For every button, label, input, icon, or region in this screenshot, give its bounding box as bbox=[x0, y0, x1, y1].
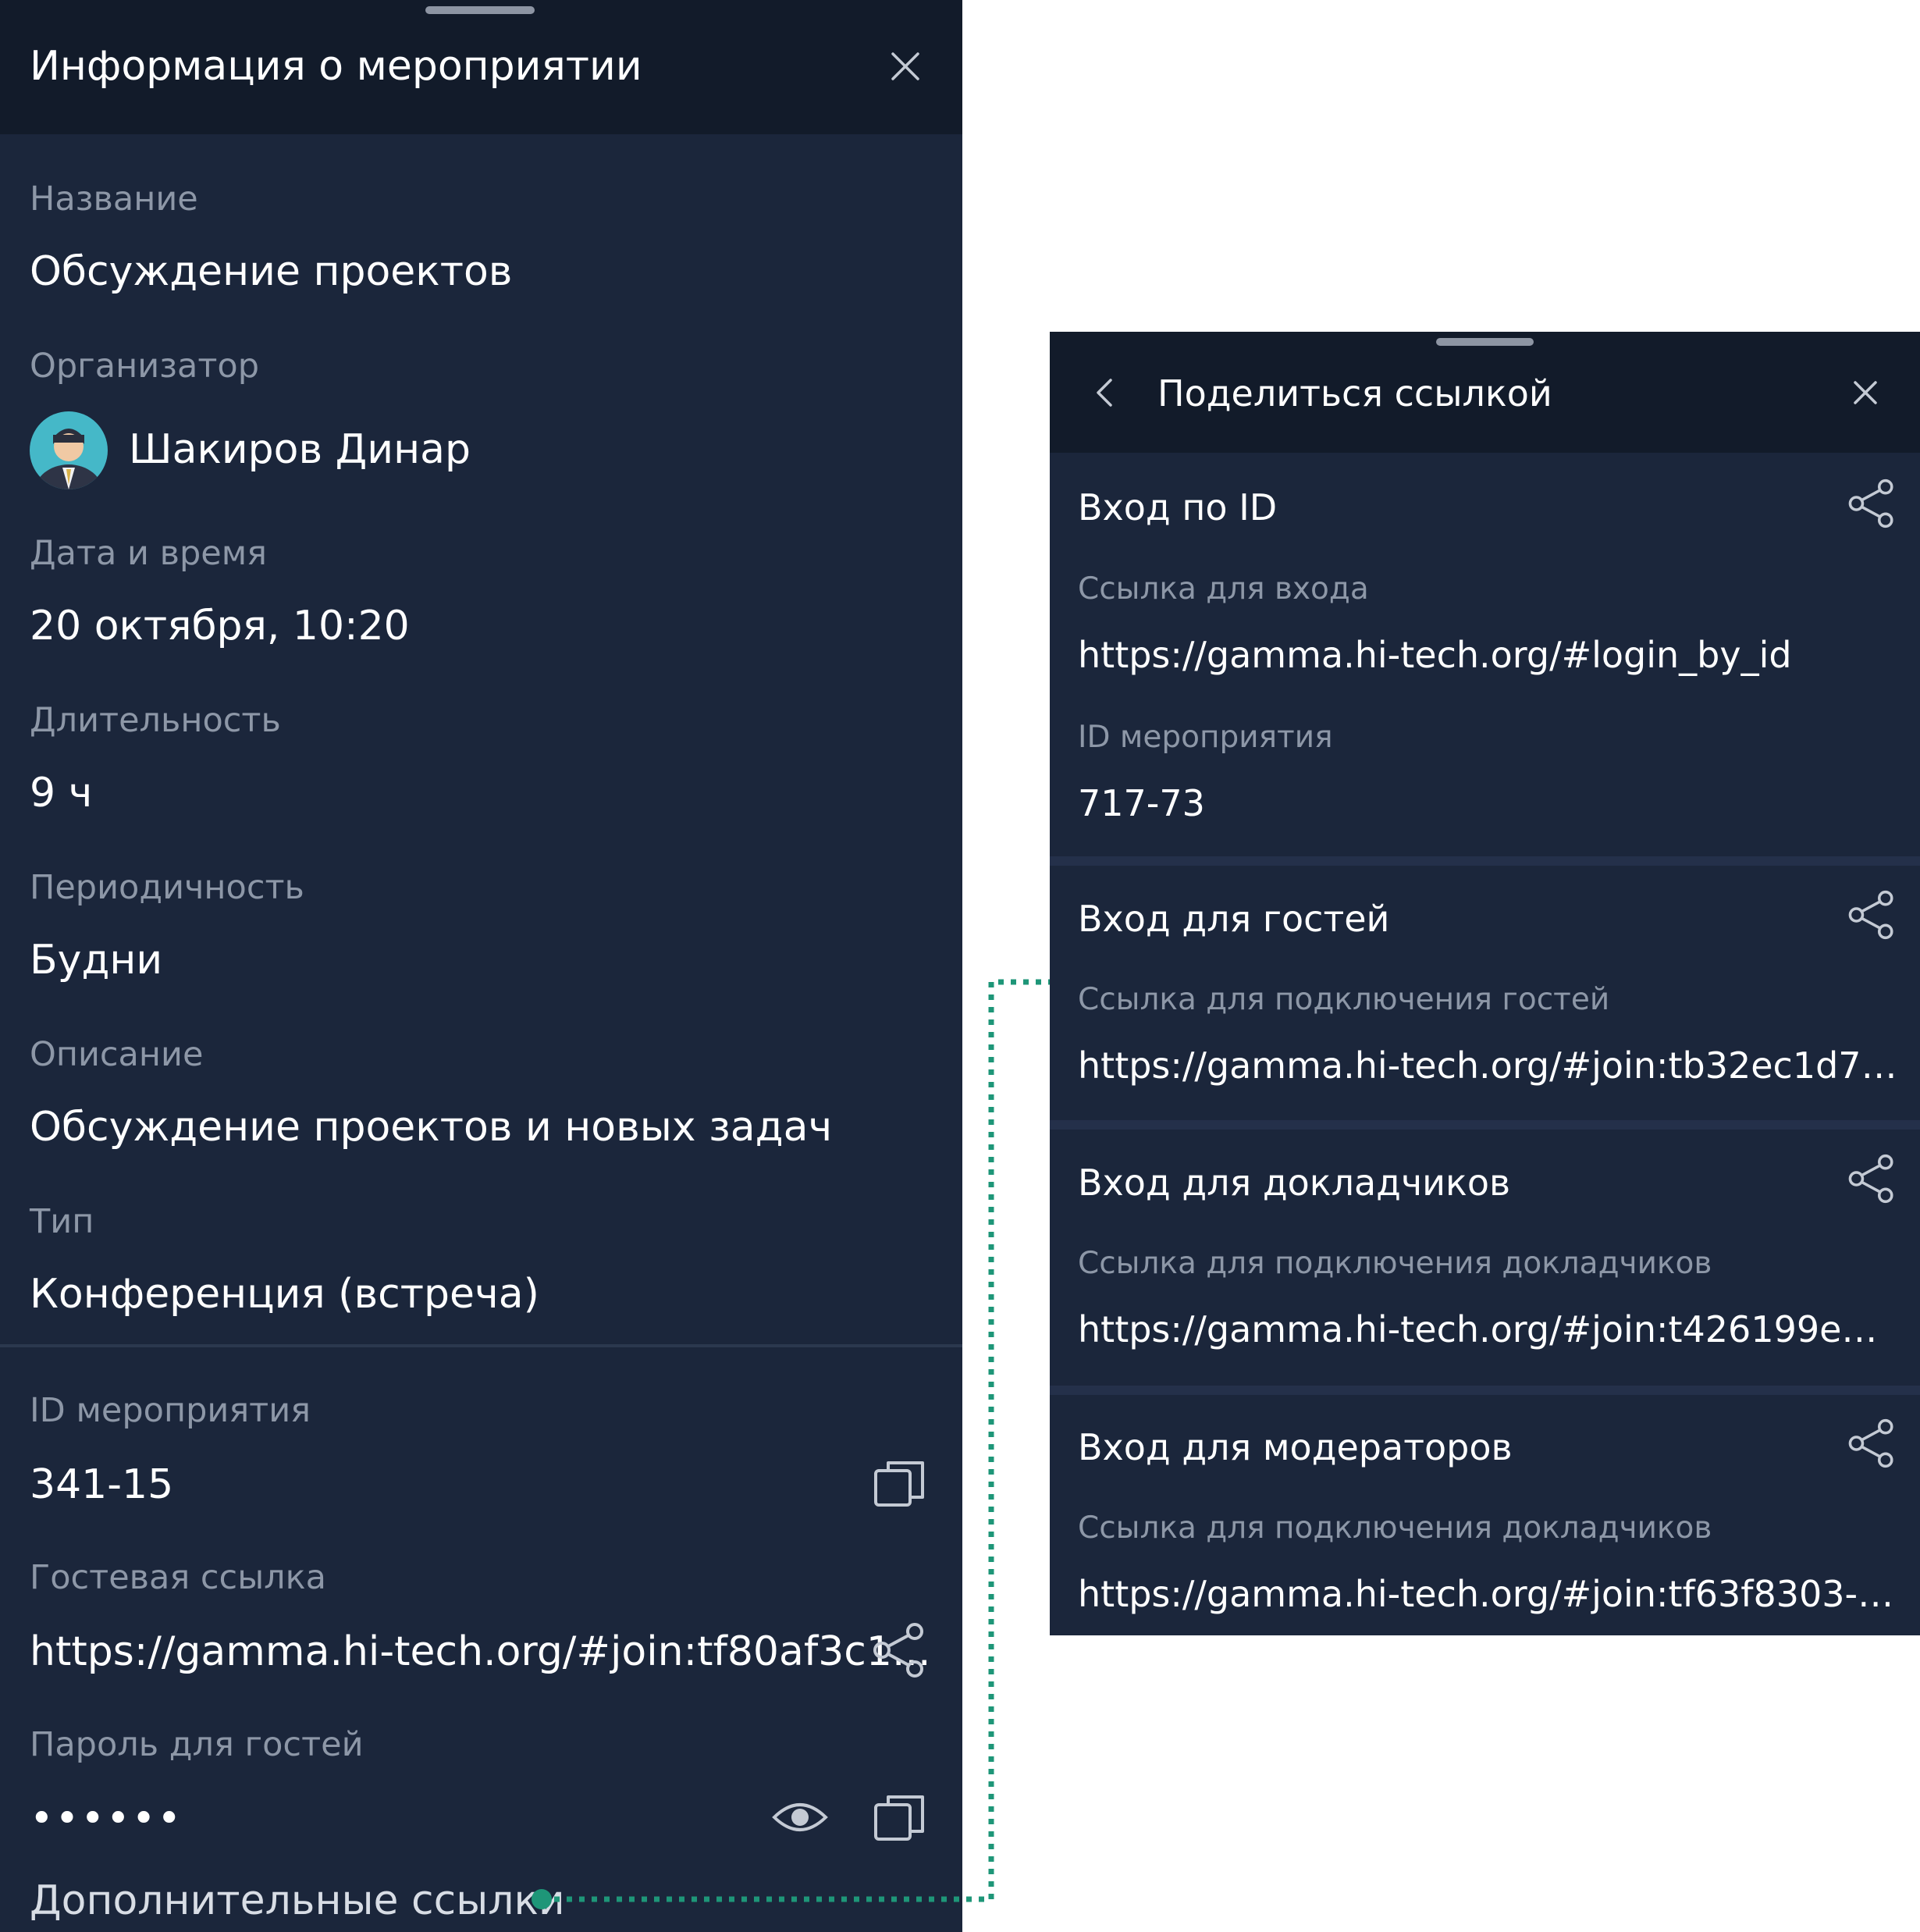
share-icon[interactable] bbox=[1847, 890, 1897, 940]
name-value: Обсуждение проектов bbox=[30, 248, 513, 295]
type-label: Тип bbox=[30, 1202, 94, 1241]
share-links-header: Поделиться ссылкой bbox=[1050, 332, 1920, 453]
drag-handle[interactable] bbox=[425, 6, 535, 14]
drag-handle[interactable] bbox=[1436, 338, 1534, 346]
description-value: Обсуждение проектов и новых задач bbox=[30, 1104, 833, 1151]
description-label: Описание bbox=[30, 1035, 204, 1074]
guest-password-value: •••••• bbox=[30, 1795, 183, 1842]
close-icon[interactable] bbox=[890, 51, 921, 82]
type-value: Конференция (встреча) bbox=[30, 1271, 539, 1318]
share-icon[interactable] bbox=[1847, 1154, 1897, 1204]
share-icon[interactable] bbox=[1847, 1418, 1897, 1468]
back-chevron-icon[interactable] bbox=[1093, 377, 1114, 408]
event-info-header: Информация о мероприятии bbox=[0, 0, 962, 134]
moderator-link-label: Ссылка для подключения докладчиков bbox=[1078, 1510, 1712, 1546]
share-icon[interactable] bbox=[1847, 479, 1897, 528]
organizer-value: Шакиров Динар bbox=[129, 426, 471, 473]
login-link-label: Ссылка для входа bbox=[1078, 571, 1369, 607]
recurrence-label: Периодичность bbox=[30, 868, 304, 907]
guest-link-value[interactable]: https://gamma.hi-tech.org/#join:tb32ec1d… bbox=[1078, 1044, 1897, 1087]
share-links-panel: Поделиться ссылкой Вход по ID Ссылка для… bbox=[1050, 332, 1920, 1635]
guest-link-label: Ссылка для подключения гостей bbox=[1078, 982, 1610, 1017]
copy-icon[interactable] bbox=[873, 1457, 927, 1511]
section-divider bbox=[1050, 856, 1920, 866]
section-divider bbox=[0, 1344, 962, 1347]
event-id-label: ID мероприятия bbox=[30, 1391, 311, 1430]
duration-label: Длительность bbox=[30, 701, 281, 740]
event-id-value: 341-15 bbox=[30, 1461, 174, 1508]
moderator-link-value[interactable]: https://gamma.hi-tech.org/#join:tf63f830… bbox=[1078, 1573, 1897, 1615]
eye-icon[interactable] bbox=[771, 1797, 829, 1838]
section-title-speakers: Вход для докладчиков bbox=[1078, 1162, 1511, 1204]
share-links-title: Поделиться ссылкой bbox=[1157, 372, 1552, 415]
event-info-title: Информация о мероприятии bbox=[30, 43, 642, 90]
speaker-link-label: Ссылка для подключения докладчиков bbox=[1078, 1246, 1712, 1281]
login-link-value[interactable]: https://gamma.hi-tech.org/#login_by_id bbox=[1078, 634, 1897, 676]
event-id-value: 717-73 bbox=[1078, 782, 1205, 824]
duration-value: 9 ч bbox=[30, 770, 93, 817]
guest-link-label: Гостевая ссылка bbox=[30, 1558, 326, 1597]
section-divider bbox=[1050, 1120, 1920, 1130]
recurrence-value: Будни bbox=[30, 937, 163, 984]
datetime-value: 20 октября, 10:20 bbox=[30, 603, 410, 649]
more-links-button[interactable]: Дополнительные ссылки bbox=[30, 1877, 565, 1924]
section-title-moderators: Вход для модераторов bbox=[1078, 1426, 1513, 1468]
event-id-label: ID мероприятия bbox=[1078, 720, 1333, 755]
close-icon[interactable] bbox=[1852, 379, 1879, 406]
copy-icon[interactable] bbox=[873, 1791, 927, 1845]
speaker-link-value[interactable]: https://gamma.hi-tech.org/#join:t426199e… bbox=[1078, 1308, 1897, 1350]
datetime-label: Дата и время bbox=[30, 534, 268, 573]
section-title-login-by-id: Вход по ID bbox=[1078, 486, 1278, 528]
avatar bbox=[30, 411, 108, 489]
guest-link-value[interactable]: https://gamma.hi-tech.org/#join:tf80af3c… bbox=[30, 1628, 931, 1675]
guest-password-label: Пароль для гостей bbox=[30, 1725, 364, 1764]
event-info-panel: Информация о мероприятии Название Обсужд… bbox=[0, 0, 962, 1932]
share-icon[interactable] bbox=[871, 1622, 927, 1678]
organizer-label: Организатор bbox=[30, 347, 260, 386]
section-divider bbox=[1050, 1386, 1920, 1395]
name-label: Название bbox=[30, 180, 198, 219]
section-title-guests: Вход для гостей bbox=[1078, 898, 1390, 940]
